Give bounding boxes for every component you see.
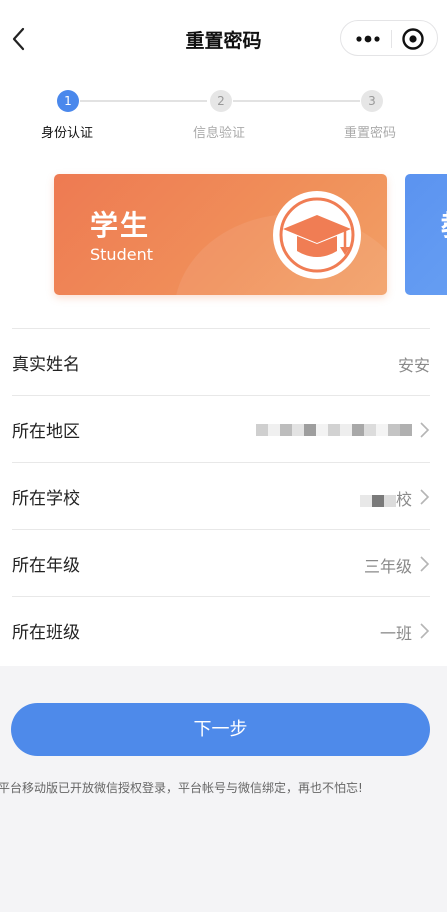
student-card[interactable]: 学生 Student [54,174,387,295]
step-2-label: 信息验证 [193,126,246,141]
school-value-text: 校 [395,490,412,509]
step-2-indicator: 2 [210,90,232,112]
teacher-card[interactable]: 教 [405,174,447,295]
close-mini-program-button[interactable] [401,27,425,51]
school-label: 所在学校 [12,489,80,509]
grade-row[interactable]: 所在年级 三年级 [12,529,430,596]
step-3-label: 重置密码 [344,126,397,141]
chevron-right-icon [418,488,430,506]
mini-program-capsule [340,20,438,56]
chevron-right-icon [418,622,430,640]
name-row[interactable]: 真实姓名 安安 [12,328,430,395]
target-circle-icon [402,28,424,50]
class-row[interactable]: 所在班级 一班 [12,596,430,663]
teacher-card-title: 教 [441,204,447,244]
identity-form: 真实姓名 安安 所在地区 所在学校 校 所在年级 三年级 所在班级 一班 [0,328,447,666]
identity-card-carousel[interactable]: 学生 Student 教 [0,146,447,328]
grade-label: 所在年级 [12,556,80,576]
chevron-right-icon [418,555,430,573]
redacted-block [359,494,372,507]
progress-steps: 1 身份认证 2 信息验证 3 重置密码 [0,78,447,146]
next-step-button[interactable]: 下一步 [11,703,430,756]
student-card-subtitle: Student [90,245,153,264]
redacted-block [371,494,384,507]
student-card-title: 学生 [90,209,151,242]
reset-password-page: 重置密码 1 身份认证 2 信息验证 3 重置密码 学生 Student 真实姓… [0,0,447,912]
redacted-block [383,494,396,507]
name-value: 安安 [397,356,430,375]
region-label: 所在地区 [12,422,80,442]
graduation-cap-icon [269,187,365,283]
chevron-right-icon [418,421,430,439]
capsule-divider [391,30,392,48]
more-button[interactable] [353,30,383,48]
region-value-redacted [256,419,412,438]
step-connector [233,100,360,102]
step-1-indicator: 1 [57,90,79,112]
step-connector [80,100,207,102]
name-label: 真实姓名 [12,355,80,375]
step-3-indicator: 3 [361,90,383,112]
region-row[interactable]: 所在地区 [12,395,430,462]
class-label: 所在班级 [12,623,80,643]
more-dots-icon [356,35,380,43]
school-row[interactable]: 所在学校 校 [12,462,430,529]
step-1-label: 身份认证 [41,126,94,141]
grade-value: 三年级 [363,557,412,576]
wechat-login-notice: 平台移动版已开放微信授权登录，平台帐号与微信绑定，再也不怕忘! [0,781,363,795]
nav-header: 重置密码 [0,0,447,78]
school-value: 校 [359,486,412,510]
class-value: 一班 [379,624,412,643]
